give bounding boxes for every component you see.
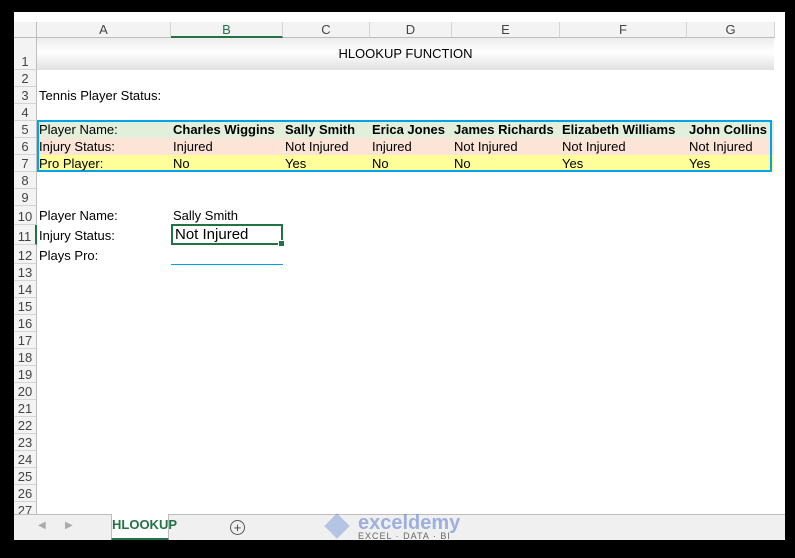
table-cell-injury[interactable]: Injured bbox=[171, 138, 213, 155]
column-header-G[interactable]: G bbox=[687, 22, 775, 38]
scroll-right-icon[interactable]: ▶ bbox=[65, 520, 73, 531]
row-header-7[interactable]: 7 bbox=[14, 155, 37, 172]
lookup-plays-pro[interactable] bbox=[171, 263, 283, 265]
table-cell-injury[interactable]: Injured bbox=[370, 138, 412, 155]
column-header-C[interactable]: C bbox=[283, 22, 370, 38]
table-row-label[interactable]: Player Name: bbox=[37, 121, 118, 138]
row-header-26[interactable]: 26 bbox=[14, 485, 37, 502]
row-header-20[interactable]: 20 bbox=[14, 383, 37, 400]
lookup-label-pro[interactable]: Plays Pro: bbox=[37, 247, 98, 264]
sheet-tab-bar: ◀ ▶ HLOOKUP + exceldemy EXCEL · DATA · B… bbox=[14, 512, 785, 540]
row-header-25[interactable]: 25 bbox=[14, 468, 37, 485]
active-cell[interactable]: Not Injured bbox=[171, 224, 285, 247]
row-header-3[interactable]: 3 bbox=[14, 87, 37, 104]
add-sheet-button[interactable]: + bbox=[230, 520, 245, 535]
row-header-4[interactable]: 4 bbox=[14, 104, 37, 121]
table-cell-name[interactable]: Erica Jones bbox=[370, 121, 445, 138]
column-header-F[interactable]: F bbox=[560, 22, 687, 38]
sheet-tab-hlookup[interactable]: HLOOKUP bbox=[111, 514, 177, 540]
row-header-23[interactable]: 23 bbox=[14, 434, 37, 451]
column-header-D[interactable]: D bbox=[370, 22, 452, 38]
row-header-19[interactable]: 19 bbox=[14, 366, 37, 383]
row-header-17[interactable]: 17 bbox=[14, 332, 37, 349]
scroll-left-icon[interactable]: ◀ bbox=[38, 520, 46, 531]
row-header-11[interactable]: 11 bbox=[14, 225, 37, 245]
row-header-24[interactable]: 24 bbox=[14, 451, 37, 468]
select-all-button[interactable] bbox=[14, 22, 37, 38]
lookup-player-name[interactable]: Sally Smith bbox=[171, 207, 238, 224]
lookup-label-injury[interactable]: Injury Status: bbox=[37, 227, 115, 244]
row-header-18[interactable]: 18 bbox=[14, 349, 37, 366]
row-header-1[interactable]: 1 bbox=[14, 38, 37, 70]
table-cell-name[interactable]: James Richards bbox=[452, 121, 554, 138]
table-cell-name[interactable]: John Collins bbox=[687, 121, 767, 138]
row-header-8[interactable]: 8 bbox=[14, 172, 37, 189]
row-header-14[interactable]: 14 bbox=[14, 281, 37, 298]
table-row-label[interactable]: Injury Status: bbox=[37, 138, 115, 155]
row-header-16[interactable]: 16 bbox=[14, 315, 37, 332]
row-header-9[interactable]: 9 bbox=[14, 189, 37, 206]
table-cell-injury[interactable]: Not Injured bbox=[687, 138, 753, 155]
row-header-15[interactable]: 15 bbox=[14, 298, 37, 315]
watermark-tagline: EXCEL · DATA · BI bbox=[358, 531, 451, 540]
table-cell-name[interactable]: Charles Wiggins bbox=[171, 121, 275, 138]
row-header-21[interactable]: 21 bbox=[14, 400, 37, 417]
table-cell-pro[interactable]: Yes bbox=[560, 155, 583, 172]
table-cell-pro[interactable]: No bbox=[171, 155, 190, 172]
title-cell[interactable]: HLOOKUP FUNCTION bbox=[37, 38, 774, 70]
table-cell-name[interactable]: Sally Smith bbox=[283, 121, 355, 138]
row-header-13[interactable]: 13 bbox=[14, 264, 37, 281]
table-cell-pro[interactable]: Yes bbox=[283, 155, 306, 172]
exceldemy-watermark: exceldemy EXCEL · DATA · BI bbox=[314, 512, 474, 540]
lookup-injury-status: Not Injured bbox=[175, 226, 249, 243]
column-header-B[interactable]: B bbox=[171, 22, 283, 38]
table-cell-name[interactable]: Elizabeth Williams bbox=[560, 121, 675, 138]
table-row-label[interactable]: Pro Player: bbox=[37, 155, 103, 172]
logo-icon bbox=[324, 513, 350, 539]
fill-handle[interactable] bbox=[278, 240, 285, 247]
table-cell-pro[interactable]: No bbox=[452, 155, 471, 172]
title-text: HLOOKUP FUNCTION bbox=[338, 46, 473, 61]
table-cell-injury[interactable]: Not Injured bbox=[560, 138, 626, 155]
column-header-A[interactable]: A bbox=[37, 22, 171, 38]
row-header-5[interactable]: 5 bbox=[14, 121, 37, 138]
table-cell-injury[interactable]: Not Injured bbox=[452, 138, 518, 155]
spreadsheet-window: ABCDEFG 1 2 3 4 5 6 7 8 9 10 11 12 13 14 15 16 17 18 19 20 2… bbox=[14, 12, 785, 540]
lookup-label-name[interactable]: Player Name: bbox=[37, 207, 118, 224]
row-header-22[interactable]: 22 bbox=[14, 417, 37, 434]
row-header-6[interactable]: 6 bbox=[14, 138, 37, 155]
section-label[interactable]: Tennis Player Status: bbox=[37, 87, 161, 104]
row-header-10[interactable]: 10 bbox=[14, 206, 37, 225]
row-header-2[interactable]: 2 bbox=[14, 70, 37, 87]
table-cell-injury[interactable]: Not Injured bbox=[283, 138, 349, 155]
table-cell-pro[interactable]: No bbox=[370, 155, 389, 172]
row-header-12[interactable]: 12 bbox=[14, 245, 37, 264]
column-header-E[interactable]: E bbox=[452, 22, 560, 38]
table-cell-pro[interactable]: Yes bbox=[687, 155, 710, 172]
